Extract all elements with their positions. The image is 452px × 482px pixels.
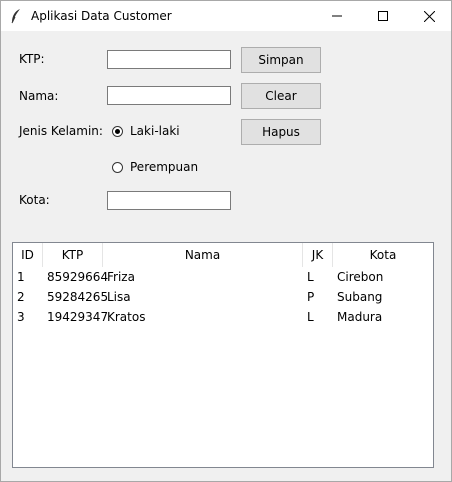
radio-circle-selected bbox=[112, 125, 123, 137]
cell-id: 3 bbox=[17, 310, 25, 324]
hapus-button[interactable]: Hapus bbox=[241, 119, 321, 145]
kota-input[interactable] bbox=[107, 191, 231, 210]
radio-perempuan[interactable]: Perempuan bbox=[112, 160, 198, 174]
table-row[interactable]: 3 19429347 Kratos L Madura bbox=[13, 307, 433, 327]
column-header-ktp[interactable]: KTP bbox=[43, 243, 103, 267]
maximize-icon bbox=[378, 11, 388, 21]
cell-jk: P bbox=[307, 290, 315, 304]
column-header-kota[interactable]: Kota bbox=[333, 243, 433, 267]
cell-kota: Subang bbox=[337, 290, 383, 304]
customer-table[interactable]: ID KTP Nama JK Kota 1 85929664 Friza L C… bbox=[12, 242, 434, 468]
cell-kota: Cirebon bbox=[337, 270, 384, 284]
nama-input[interactable] bbox=[107, 86, 231, 105]
title-bar[interactable]: Aplikasi Data Customer bbox=[1, 1, 451, 31]
cell-kota: Madura bbox=[337, 310, 383, 324]
jenis-kelamin-label: Jenis Kelamin: bbox=[19, 124, 103, 138]
radio-laki-laki[interactable]: Laki-laki bbox=[112, 124, 180, 138]
app-window: Aplikasi Data Customer KTP: Simpan Nama:… bbox=[0, 0, 452, 482]
cell-nama: Friza bbox=[107, 270, 135, 284]
radio-laki-laki-label: Laki-laki bbox=[130, 124, 180, 138]
cell-jk: L bbox=[307, 310, 314, 324]
window-title: Aplikasi Data Customer bbox=[31, 9, 172, 23]
nama-label: Nama: bbox=[19, 89, 59, 103]
radio-circle bbox=[112, 161, 123, 173]
close-icon bbox=[423, 10, 435, 22]
column-header-nama[interactable]: Nama bbox=[103, 243, 303, 267]
cell-ktp: 85929664 bbox=[47, 270, 109, 284]
clear-button[interactable]: Clear bbox=[241, 83, 321, 109]
minimize-icon bbox=[332, 15, 342, 17]
ktp-label: KTP: bbox=[19, 52, 45, 66]
cell-ktp: 59284265 bbox=[47, 290, 109, 304]
minimize-button[interactable] bbox=[314, 1, 360, 31]
radio-perempuan-label: Perempuan bbox=[130, 160, 199, 174]
cell-nama: Kratos bbox=[107, 310, 146, 324]
kota-label: Kota: bbox=[19, 193, 50, 207]
table-row[interactable]: 1 85929664 Friza L Cirebon bbox=[13, 267, 433, 287]
close-button[interactable] bbox=[406, 1, 452, 31]
cell-jk: L bbox=[307, 270, 314, 284]
column-header-id[interactable]: ID bbox=[13, 243, 43, 267]
column-header-jk[interactable]: JK bbox=[303, 243, 333, 267]
maximize-button[interactable] bbox=[360, 1, 406, 31]
feather-icon bbox=[10, 8, 22, 24]
cell-nama: Lisa bbox=[107, 290, 131, 304]
cell-id: 2 bbox=[17, 290, 25, 304]
simpan-button[interactable]: Simpan bbox=[241, 47, 321, 73]
cell-id: 1 bbox=[17, 270, 25, 284]
cell-ktp: 19429347 bbox=[47, 310, 109, 324]
ktp-input[interactable] bbox=[107, 50, 231, 69]
table-header: ID KTP Nama JK Kota bbox=[13, 243, 433, 267]
table-row[interactable]: 2 59284265 Lisa P Subang bbox=[13, 287, 433, 307]
